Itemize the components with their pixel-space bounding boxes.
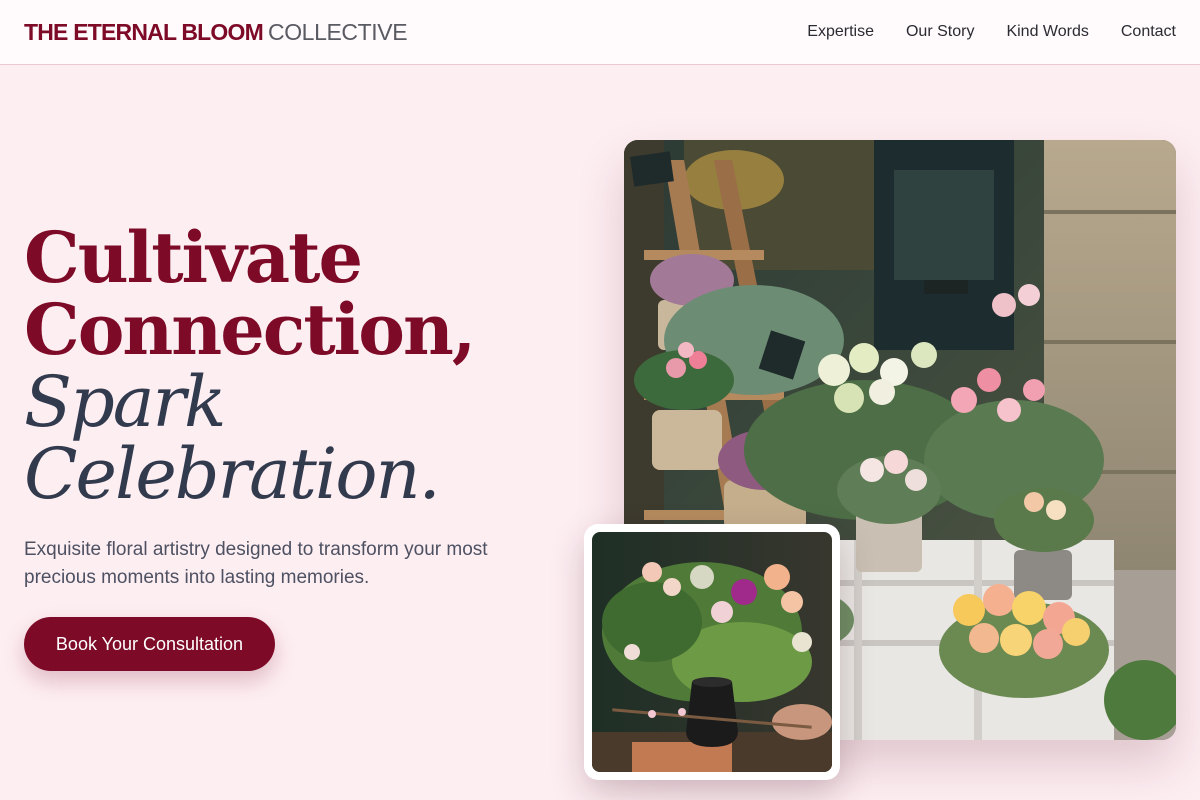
site-logo[interactable]: THE ETERNAL BLOOM COLLECTIVE xyxy=(24,18,408,46)
hero-title-line-3: Spark xyxy=(24,361,226,443)
hero-inset-image xyxy=(592,532,832,772)
florist-arranging-illustration xyxy=(592,532,832,772)
logo-primary-text: THE ETERNAL BLOOM xyxy=(24,18,264,45)
hero-title-line-4: Celebration. xyxy=(24,433,441,515)
hero-subtitle: Exquisite floral artistry designed to tr… xyxy=(24,539,488,588)
book-consultation-button[interactable]: Book Your Consultation xyxy=(24,617,275,671)
hero-title: Cultivate Connection, Spark Celebration. xyxy=(24,216,564,515)
logo-secondary-text: COLLECTIVE xyxy=(267,18,408,45)
site-header: THE ETERNAL BLOOM COLLECTIVE Expertise O… xyxy=(0,0,1200,65)
nav-link-kind-words[interactable]: Kind Words xyxy=(1006,23,1088,41)
main-nav: Expertise Our Story Kind Words Contact xyxy=(807,23,1176,41)
nav-link-expertise[interactable]: Expertise xyxy=(807,23,874,41)
nav-link-our-story[interactable]: Our Story xyxy=(906,23,974,41)
hero-title-line-2: Connection, xyxy=(24,288,476,371)
hero-inset-image-frame xyxy=(584,524,840,780)
nav-link-contact[interactable]: Contact xyxy=(1121,23,1176,41)
hero-title-line-1: Cultivate xyxy=(24,216,363,299)
